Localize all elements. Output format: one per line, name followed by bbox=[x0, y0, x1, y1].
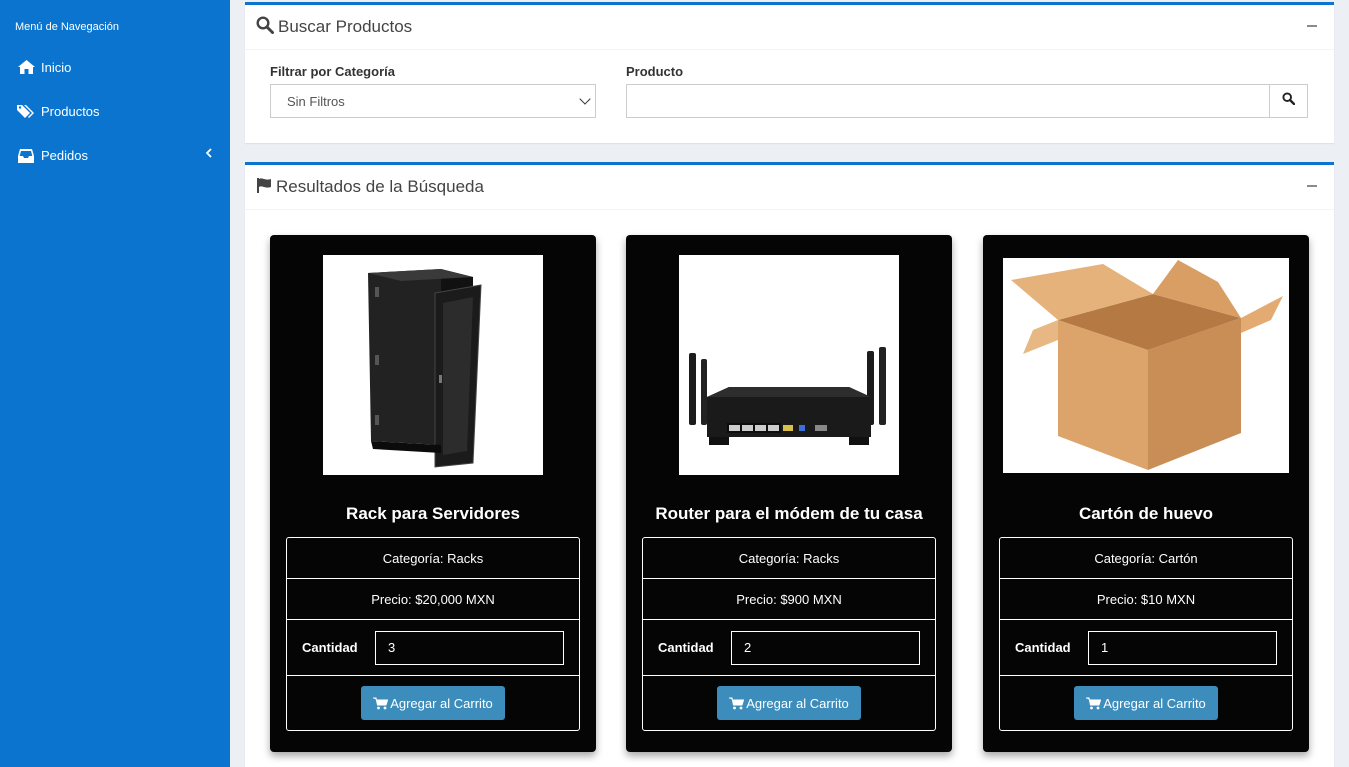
add-to-cart-button[interactable]: Agregar al Carrito bbox=[1074, 686, 1218, 720]
sidebar-item-label: Productos bbox=[41, 103, 100, 119]
add-to-cart-label: Agregar al Carrito bbox=[390, 695, 493, 711]
shopping-cart-icon bbox=[1086, 697, 1102, 710]
sidebar-item-pedidos[interactable]: Pedidos bbox=[0, 133, 230, 177]
product-name: Router para el módem de tu casa bbox=[655, 504, 923, 523]
quantity-label: Cantidad bbox=[302, 640, 358, 655]
product-price: Precio: $20,000 MXN bbox=[287, 579, 579, 620]
category-select-value: Sin Filtros bbox=[287, 93, 345, 109]
quantity-input[interactable]: 3 bbox=[375, 630, 564, 665]
product-price: Precio: $900 MXN bbox=[643, 579, 935, 620]
tags-icon bbox=[17, 103, 35, 119]
add-to-cart-button[interactable]: Agregar al Carrito bbox=[717, 686, 861, 720]
product-name: Cartón de huevo bbox=[1078, 504, 1214, 523]
sidebar: Menú de Navegación Inicio Productos Pedi… bbox=[0, 0, 230, 767]
product-label: Producto bbox=[626, 64, 684, 79]
chevron-down-icon bbox=[579, 93, 591, 105]
search-icon bbox=[256, 15, 274, 39]
sidebar-item-label: Inicio bbox=[41, 59, 72, 75]
sidebar-header: Menú de Navegación bbox=[15, 21, 119, 33]
category-select[interactable]: Sin Filtros bbox=[270, 84, 596, 118]
sidebar-item-label: Pedidos bbox=[41, 147, 88, 163]
collapse-button[interactable] bbox=[1307, 25, 1317, 27]
home-icon bbox=[17, 59, 35, 75]
product-image-box bbox=[1003, 258, 1289, 473]
shopping-cart-icon bbox=[373, 697, 389, 710]
add-to-cart-button[interactable]: Agregar al Carrito bbox=[361, 686, 505, 720]
product-card: Cartón de huevo Categoría: Cartón Precio… bbox=[983, 235, 1309, 752]
product-info-table: Categoría: Cartón Precio: $10 MXN Cantid… bbox=[999, 537, 1293, 731]
results-panel-title: Resultados de la Búsqueda bbox=[276, 177, 484, 196]
search-panel-title: Buscar Productos bbox=[278, 17, 413, 36]
results-panel-header: Resultados de la Búsqueda bbox=[245, 165, 1334, 210]
search-icon bbox=[1282, 92, 1296, 110]
product-price: Precio: $10 MXN bbox=[1000, 579, 1292, 620]
product-info-table: Categoría: Racks Precio: $20,000 MXN Can… bbox=[286, 537, 580, 731]
search-panel-header: Buscar Productos bbox=[245, 5, 1334, 50]
add-to-cart-label: Agregar al Carrito bbox=[746, 695, 849, 711]
sidebar-item-productos[interactable]: Productos bbox=[0, 89, 230, 133]
quantity-input[interactable]: 2 bbox=[731, 630, 920, 665]
search-button[interactable] bbox=[1270, 84, 1308, 118]
shopping-cart-icon bbox=[729, 697, 745, 710]
product-search-input[interactable] bbox=[626, 84, 1271, 118]
chevron-left-icon bbox=[205, 147, 213, 161]
product-card: Router para el módem de tu casa Categorí… bbox=[626, 235, 952, 752]
product-category: Categoría: Racks bbox=[643, 538, 935, 579]
product-info-table: Categoría: Racks Precio: $900 MXN Cantid… bbox=[642, 537, 936, 731]
product-image-router bbox=[679, 255, 899, 475]
product-category: Categoría: Cartón bbox=[1000, 538, 1292, 579]
quantity-label: Cantidad bbox=[658, 640, 714, 655]
product-name: Rack para Servidores bbox=[346, 504, 520, 523]
quantity-label: Cantidad bbox=[1015, 640, 1071, 655]
collapse-button[interactable] bbox=[1307, 185, 1317, 187]
sidebar-item-inicio[interactable]: Inicio bbox=[0, 45, 230, 89]
inbox-icon bbox=[17, 147, 35, 163]
product-card: Rack para Servidores Categoría: Racks Pr… bbox=[270, 235, 596, 752]
category-filter-label: Filtrar por Categoría bbox=[270, 64, 395, 79]
search-panel: Buscar Productos Filtrar por Categoría S… bbox=[245, 2, 1334, 143]
flag-icon bbox=[256, 177, 272, 198]
product-category: Categoría: Racks bbox=[287, 538, 579, 579]
quantity-input[interactable]: 1 bbox=[1088, 630, 1277, 665]
add-to-cart-label: Agregar al Carrito bbox=[1103, 695, 1206, 711]
product-image-rack bbox=[323, 255, 543, 475]
